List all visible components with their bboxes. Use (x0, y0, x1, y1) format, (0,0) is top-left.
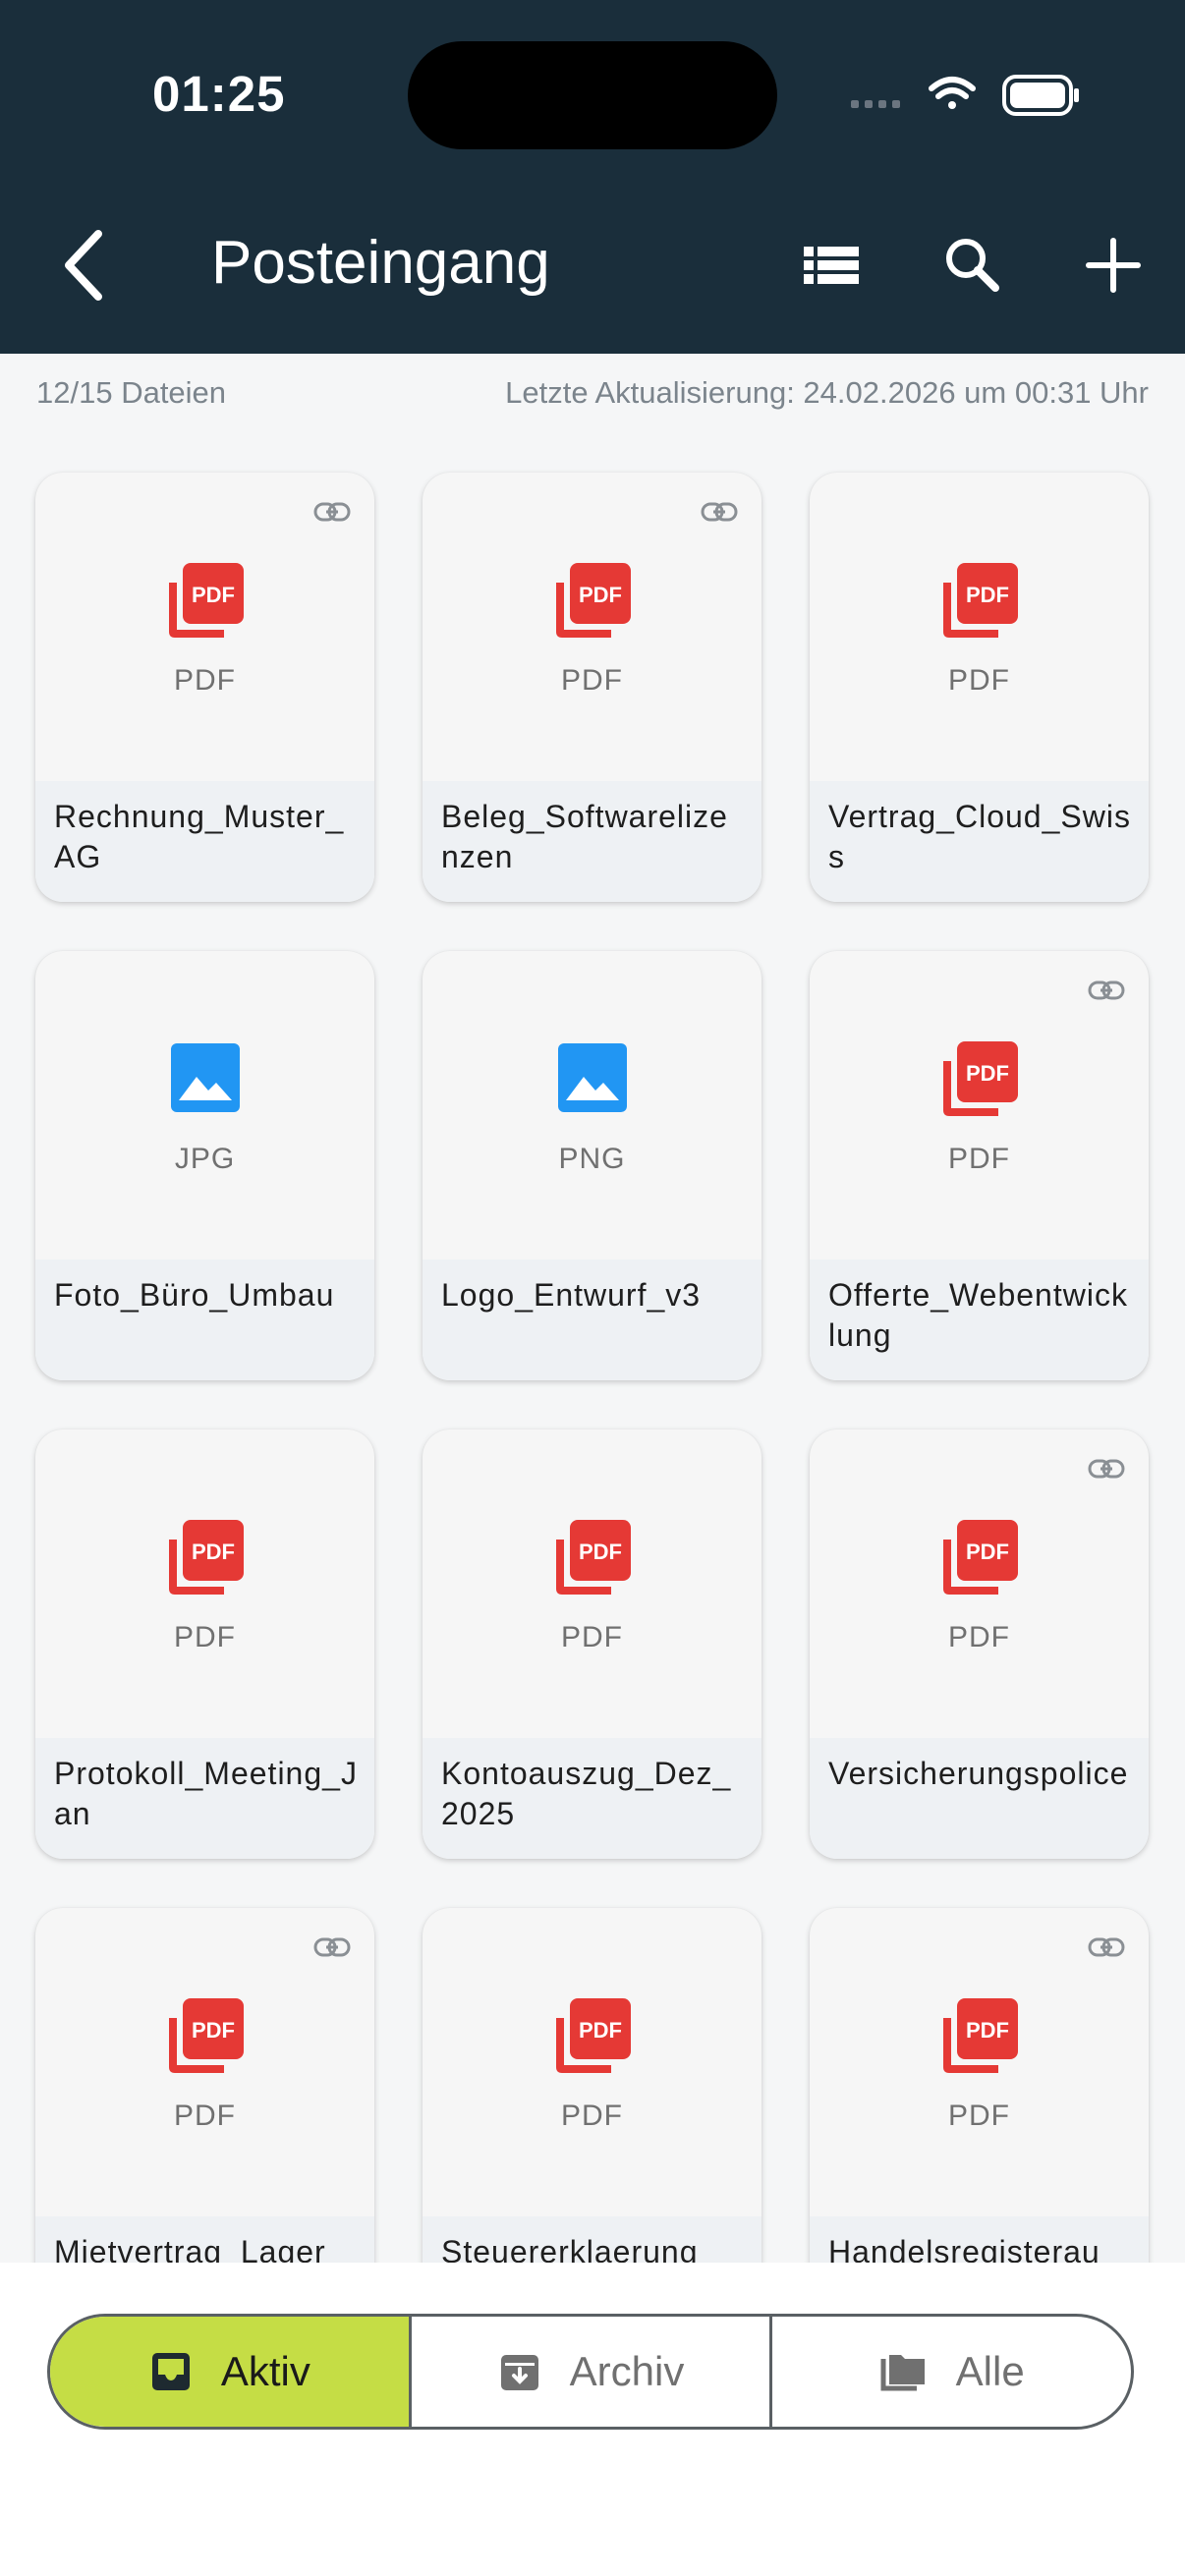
link-icon (313, 1937, 351, 1957)
file-card[interactable]: PDF PDF Kontoauszug_Dez_2025 (423, 1429, 762, 1859)
tab-label: Archiv (569, 2348, 685, 2394)
file-card[interactable]: PDF PDF Mietvertrag_Lager (35, 1908, 374, 2263)
file-name: Protokoll_Meeting_Jan (54, 1756, 358, 1831)
file-type-label: PDF (174, 1621, 236, 1653)
pdf-icon: PDF (943, 1520, 1018, 1595)
svg-text:PDF: PDF (966, 583, 1009, 607)
list-view-icon (804, 247, 859, 284)
pdf-icon: PDF (169, 1520, 244, 1595)
file-name: Mietvertrag_Lager (54, 2234, 326, 2263)
status-icons (847, 71, 1083, 120)
status-time: 01:25 (152, 66, 286, 122)
file-type-label: PDF (174, 664, 236, 697)
list-view-button[interactable] (798, 231, 867, 300)
dynamic-island (408, 41, 777, 149)
file-card[interactable]: PDF PDF Handelsregisterau (810, 1908, 1149, 2263)
file-card[interactable]: JPG Foto_Büro_Umbau (35, 951, 374, 1380)
image-icon (171, 1043, 240, 1112)
file-type-label: PNG (558, 1143, 626, 1175)
file-type-label: PDF (561, 1621, 623, 1653)
search-icon (946, 239, 999, 292)
file-name: Versicherungspolice (828, 1756, 1129, 1791)
file-type-label: PDF (948, 1143, 1010, 1175)
svg-text:PDF: PDF (579, 583, 622, 607)
file-card[interactable]: PDF PDF Offerte_Webentwicklung (810, 951, 1149, 1380)
image-icon (558, 1043, 627, 1112)
svg-text:PDF: PDF (966, 2018, 1009, 2043)
svg-text:PDF: PDF (966, 1061, 1009, 1086)
svg-text:PDF: PDF (192, 583, 235, 607)
file-card[interactable]: PDF PDF Rechnung_Muster_AG (35, 473, 374, 902)
archive-icon (500, 2355, 538, 2390)
file-name: Steuererklaerung (441, 2234, 699, 2263)
file-count: 12/15 Dateien (36, 375, 227, 410)
file-name: Foto_Büro_Umbau (54, 1277, 335, 1313)
file-name: Vertrag_Cloud_Swiss (828, 799, 1131, 874)
file-name: Beleg_Softwarelizenzen (441, 799, 728, 874)
svg-text:PDF: PDF (192, 1540, 235, 1564)
pdf-icon: PDF (943, 563, 1018, 638)
file-type-label: JPG (174, 1143, 236, 1175)
svg-text:PDF: PDF (579, 1540, 622, 1564)
bottom-bar: Aktiv Archiv Alle (0, 2263, 1185, 2576)
link-icon (1088, 1459, 1125, 1479)
file-type-label: PDF (948, 664, 1010, 697)
link-icon (1088, 1937, 1125, 1957)
file-card[interactable]: PDF PDF Beleg_Softwarelizenzen (423, 473, 762, 902)
svg-text:PDF: PDF (579, 2018, 622, 2043)
folders-icon (880, 2355, 925, 2391)
link-icon (701, 502, 738, 522)
file-type-label: PDF (948, 2100, 1010, 2132)
pdf-icon: PDF (169, 563, 244, 638)
inbox-icon (151, 2353, 190, 2390)
signal-icon (851, 100, 900, 108)
svg-text:PDF: PDF (966, 1540, 1009, 1564)
battery-icon (1002, 75, 1079, 116)
file-name: Kontoauszug_Dez_2025 (441, 1756, 732, 1831)
add-button[interactable] (1079, 231, 1148, 300)
page-title: Posteingang (211, 229, 550, 297)
pdf-icon: PDF (556, 563, 631, 638)
filter-segmented-control: Aktiv Archiv Alle (47, 2314, 1134, 2430)
file-card[interactable]: PDF PDF Steuererklaerung (423, 1908, 762, 2263)
pdf-icon: PDF (943, 1041, 1018, 1116)
file-name: Rechnung_Muster_AG (54, 799, 345, 874)
tab-label: Alle (955, 2348, 1025, 2394)
tab-label: Aktiv (220, 2348, 310, 2394)
tab-alle[interactable]: Alle (769, 2317, 1131, 2427)
file-type-label: PDF (948, 1621, 1010, 1653)
file-type-label: PDF (174, 2100, 236, 2132)
pdf-icon: PDF (556, 1998, 631, 2073)
link-icon (313, 502, 351, 522)
wifi-icon (929, 77, 976, 109)
file-card[interactable]: PDF PDF Versicherungspolice (810, 1429, 1149, 1859)
file-name: Handelsregisterau (828, 2234, 1100, 2263)
file-card[interactable]: PDF PDF Protokoll_Meeting_Jan (35, 1429, 374, 1859)
search-button[interactable] (938, 231, 1007, 300)
file-type-label: PDF (561, 2100, 623, 2132)
file-grid: PDF PDF Rechnung_Muster_AG PDF PDF Beleg_Soft… (0, 470, 1185, 2263)
tab-aktiv[interactable]: Aktiv (50, 2317, 409, 2427)
svg-text:PDF: PDF (192, 2018, 235, 2043)
file-card[interactable]: PNG Logo_Entwurf_v3 (423, 951, 762, 1380)
pdf-icon: PDF (943, 1998, 1018, 2073)
back-button[interactable] (57, 224, 112, 307)
add-icon (1086, 238, 1141, 293)
last-updated: Letzte Aktualisierung: 24.02.2026 um 00:… (505, 375, 1149, 410)
file-type-label: PDF (561, 664, 623, 697)
tab-archiv[interactable]: Archiv (408, 2317, 770, 2427)
pdf-icon: PDF (169, 1998, 244, 2073)
file-card[interactable]: PDF PDF Vertrag_Cloud_Swiss (810, 473, 1149, 902)
chevron-left-icon (65, 230, 102, 301)
file-name: Offerte_Webentwicklung (828, 1277, 1128, 1353)
file-name: Logo_Entwurf_v3 (441, 1277, 702, 1313)
link-icon (1088, 980, 1125, 1000)
pdf-icon: PDF (556, 1520, 631, 1595)
app-header: 01:25 Posteingang (0, 0, 1185, 354)
